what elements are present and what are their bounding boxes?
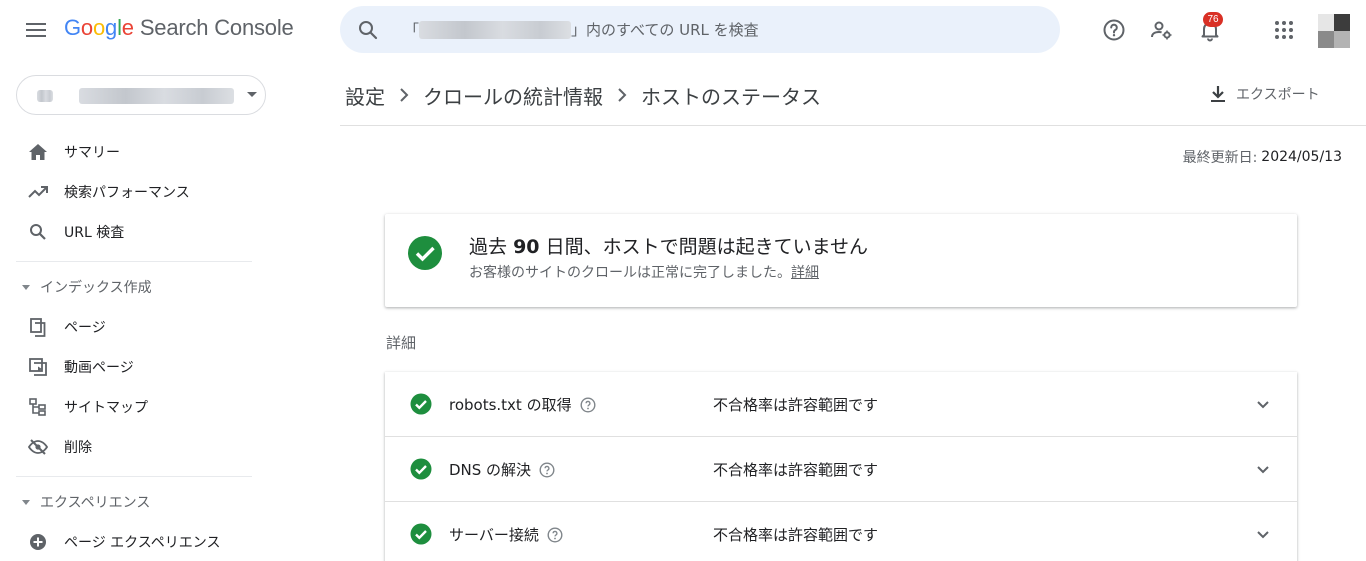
- download-icon: [1211, 86, 1225, 102]
- video-icon: [28, 357, 48, 377]
- detail-status: 不合格率は許容範囲です: [713, 461, 879, 479]
- user-settings-icon[interactable]: [1147, 16, 1175, 44]
- property-name-redacted: [79, 88, 234, 104]
- breadcrumb-crawl-stats[interactable]: クロールの統計情報: [423, 81, 603, 110]
- sidebar-item-url-inspection[interactable]: URL 検査: [0, 212, 256, 252]
- help-circle-icon[interactable]: [547, 526, 563, 543]
- collapse-triangle-icon: [22, 500, 30, 505]
- sidebar-item-pages[interactable]: ページ: [0, 307, 256, 347]
- expand-chevron-icon[interactable]: [1251, 457, 1275, 481]
- collapse-triangle-icon: [22, 285, 30, 290]
- property-selector[interactable]: [16, 75, 266, 115]
- breadcrumb-settings[interactable]: 設定: [345, 81, 385, 110]
- detail-name: サーバー接続: [449, 502, 563, 561]
- detail-row-robots[interactable]: robots.txt の取得 不合格率は許容範囲です: [385, 372, 1297, 437]
- top-bar: Go o g l e Search Console 「」内のすべての URL を検査 76: [0, 0, 1366, 60]
- search-icon: [28, 222, 48, 242]
- detail-status: 不合格率は許容範囲です: [713, 526, 879, 544]
- sidebar-item-summary[interactable]: サマリー: [0, 132, 256, 172]
- property-favicon: [37, 90, 53, 102]
- details-table: robots.txt の取得 不合格率は許容範囲です DNS の解決 不合格率は…: [385, 372, 1297, 561]
- trending-icon: [28, 182, 48, 202]
- breadcrumb-host-status: ホストのステータス: [641, 84, 821, 109]
- sitemap-icon: [28, 397, 48, 417]
- dropdown-caret-icon: [247, 92, 257, 97]
- detail-row-dns[interactable]: DNS の解決 不合格率は許容範囲です: [385, 437, 1297, 502]
- sidebar-item-removals[interactable]: 削除: [0, 427, 256, 467]
- redacted-domain: [419, 20, 572, 39]
- success-check-icon: [410, 393, 432, 415]
- header-divider: [340, 125, 1366, 126]
- help-circle-icon[interactable]: [580, 396, 596, 413]
- detail-name: robots.txt の取得: [449, 372, 596, 437]
- help-circle-icon[interactable]: [539, 461, 555, 478]
- success-check-icon: [410, 523, 432, 545]
- breadcrumb: 設定 クロールの統計情報 ホストのステータス: [345, 78, 821, 112]
- search-placeholder: 「」内のすべての URL を検査: [404, 20, 759, 39]
- expand-chevron-icon[interactable]: [1251, 522, 1275, 546]
- detail-name: DNS の解決: [449, 437, 555, 502]
- last-updated: 最終更新日: 2024/05/13: [1182, 149, 1342, 166]
- detail-status: 不合格率は許容範囲です: [713, 396, 879, 414]
- url-inspection-search[interactable]: 「」内のすべての URL を検査: [340, 6, 1060, 53]
- status-headline: 過去 90 日間、ホストで問題は起きていません: [469, 236, 868, 258]
- success-check-icon: [407, 235, 443, 271]
- details-link[interactable]: 詳細: [791, 265, 819, 281]
- removal-icon: [28, 437, 48, 457]
- sidebar-section-indexing[interactable]: インデックス作成: [0, 267, 256, 307]
- sidebar-item-video-pages[interactable]: 動画ページ: [0, 347, 256, 387]
- help-icon[interactable]: [1100, 16, 1128, 44]
- chevron-right-icon: [399, 88, 409, 102]
- details-section-title: 詳細: [386, 334, 417, 352]
- status-subtitle: お客様のサイトのクロールは正常に完了しました。詳細: [469, 265, 819, 281]
- account-avatar[interactable]: [1318, 14, 1350, 48]
- chevron-right-icon: [617, 88, 627, 102]
- search-icon: [356, 18, 380, 42]
- sidebar-item-page-experience[interactable]: ページ エクスペリエンス: [0, 522, 256, 561]
- apps-grid-icon[interactable]: [1270, 16, 1298, 44]
- expand-chevron-icon[interactable]: [1251, 392, 1275, 416]
- sidebar-divider: [16, 261, 252, 262]
- export-label: エクスポート: [1236, 87, 1320, 103]
- sidebar-item-performance[interactable]: 検索パフォーマンス: [0, 172, 256, 212]
- menu-icon[interactable]: [20, 14, 52, 46]
- host-status-card: 過去 90 日間、ホストで問題は起きていません お客様のサイトのクロールは正常に…: [385, 214, 1297, 307]
- export-button[interactable]: エクスポート: [1210, 80, 1320, 108]
- sidebar-section-experience[interactable]: エクスペリエンス: [0, 482, 256, 522]
- detail-row-server-connection[interactable]: サーバー接続 不合格率は許容範囲です: [385, 502, 1297, 561]
- sidebar-divider: [16, 476, 252, 477]
- sidebar-item-sitemaps[interactable]: サイトマップ: [0, 387, 256, 427]
- notification-badge: 76: [1203, 12, 1223, 27]
- home-icon: [28, 142, 48, 162]
- plus-circle-icon: [28, 532, 48, 552]
- pages-icon: [28, 317, 48, 337]
- success-check-icon: [410, 458, 432, 480]
- search-console-logo[interactable]: Go o g l e Search Console: [64, 15, 294, 47]
